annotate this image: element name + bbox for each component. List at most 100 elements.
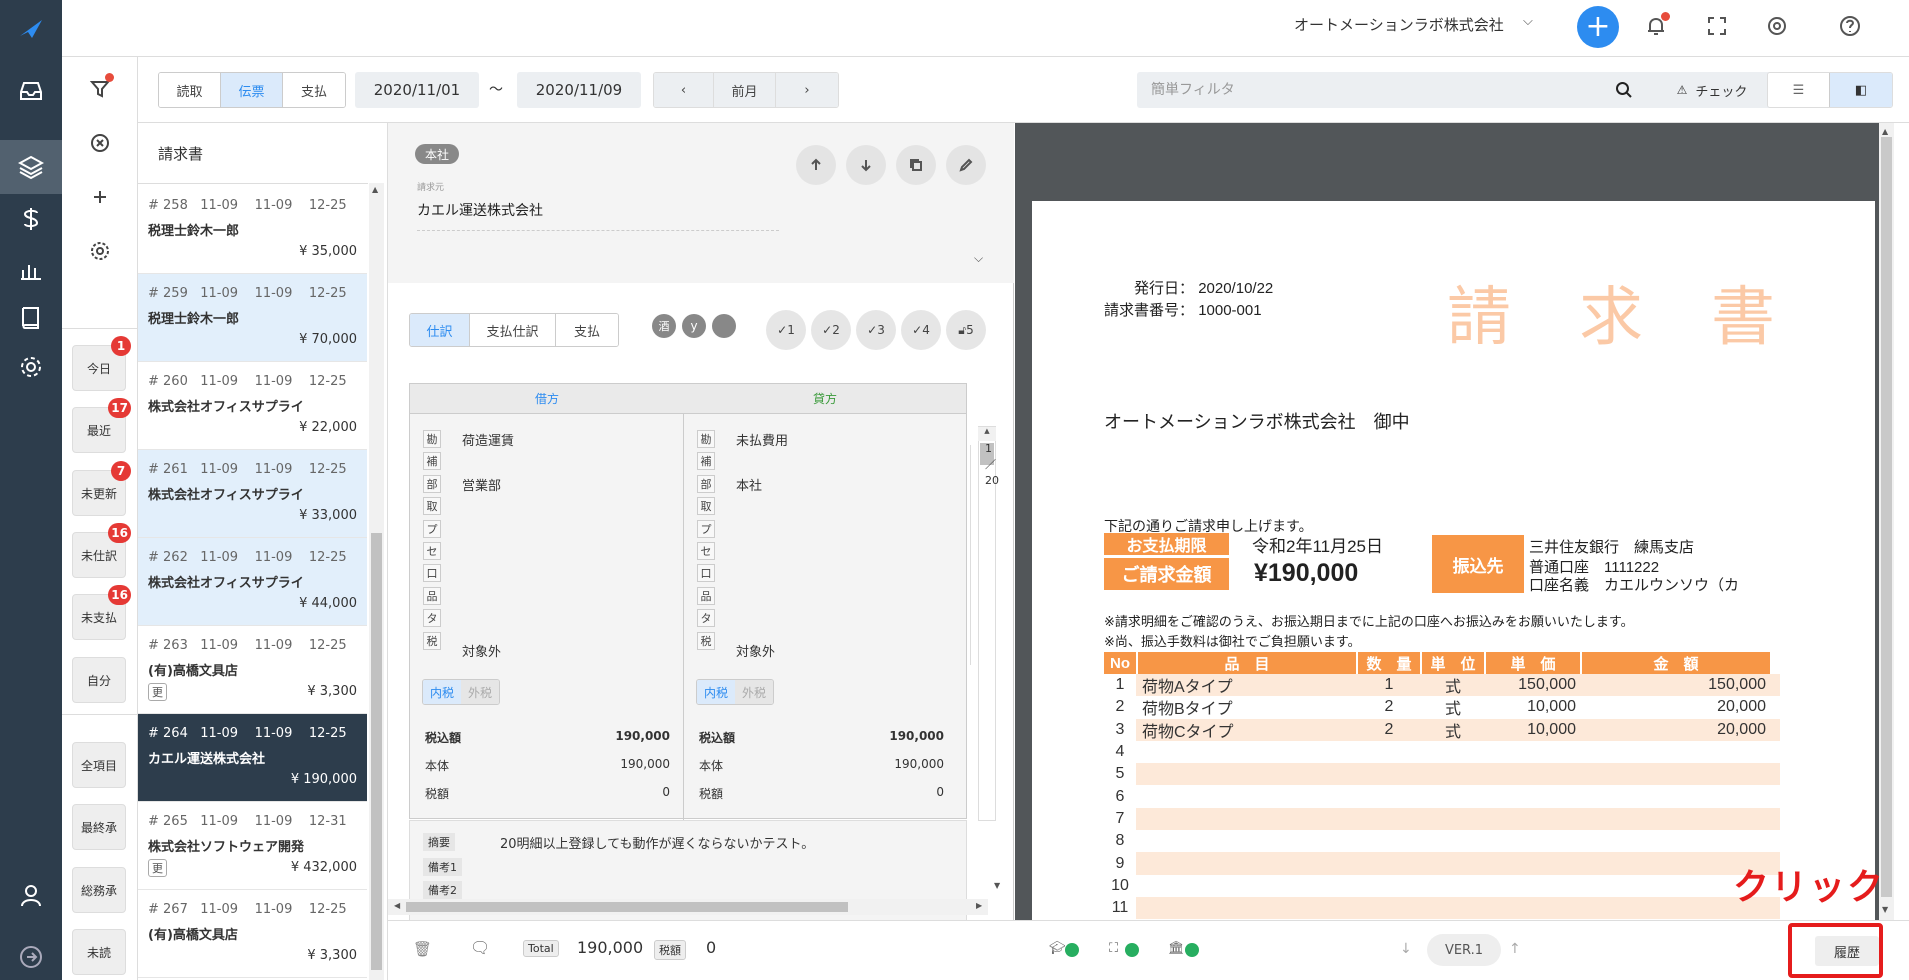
lock-5-button[interactable]: 🔓︎ 5: [946, 310, 986, 350]
credit-tax-in[interactable]: 内税: [697, 680, 735, 704]
help-icon[interactable]: [1836, 12, 1864, 40]
filter-today-button[interactable]: 今日 1: [72, 336, 131, 391]
invoice-list-item[interactable]: # 259 11-09 11-09 12-25 税理士鈴木一郎 ¥ 70,000: [138, 274, 367, 362]
bell-icon[interactable]: [1642, 12, 1670, 40]
invoice-list-item[interactable]: # 258 11-09 11-09 12-25 税理士鈴木一郎 ¥ 35,000: [138, 186, 367, 274]
inbox-icon[interactable]: [0, 62, 62, 120]
chip-y[interactable]: y: [682, 314, 706, 338]
scroll-right-icon[interactable]: ▶: [976, 901, 982, 910]
debit-tax-out[interactable]: 外税: [461, 680, 499, 704]
invoice-list-item[interactable]: # 267 11-09 11-09 12-25 (有)高橋文具店 ¥ 3,300: [138, 890, 367, 978]
credit-tax-type[interactable]: 対象外: [736, 641, 775, 660]
invoice-list-item[interactable]: # 265 11-09 11-09 12-31 株式会社ソフトウェア開発更 ¥ 43…: [138, 802, 367, 890]
scroll-up-icon[interactable]: ▲: [372, 185, 378, 194]
scan-status-icon[interactable]: ⛶: [1109, 941, 1118, 956]
invoice-cell: [1422, 830, 1484, 853]
detail-hscroll-thumb[interactable]: [406, 902, 848, 912]
company-selector[interactable]: オートメーションラボ株式会社: [1294, 14, 1504, 35]
filter-recent-button[interactable]: 最近 17: [72, 398, 131, 453]
vendor-name[interactable]: カエル運送株式会社: [417, 200, 543, 220]
filter-unread-button[interactable]: 未読: [72, 929, 126, 975]
date-to-input[interactable]: 2020/11/09: [517, 72, 641, 108]
settings-icon[interactable]: [0, 338, 62, 396]
expand-chevron-icon[interactable]: ⌵: [974, 251, 983, 266]
check-3-button[interactable]: ✓ 3: [856, 310, 896, 350]
filter-unpaid-button[interactable]: 未支払 16: [72, 585, 131, 640]
invoice-list-item[interactable]: # 262 11-09 11-09 12-25 株式会社オフィスサプライ ¥ 44,…: [138, 538, 367, 626]
move-down-button[interactable]: [846, 145, 886, 185]
filter-unjournal-button[interactable]: 未仕訳 16: [72, 523, 131, 578]
credit-account[interactable]: 未払費用: [736, 430, 788, 449]
invoice-cell: [1486, 740, 1580, 764]
debit-tax-in[interactable]: 内税: [423, 680, 461, 704]
memo-text[interactable]: 20明細以上登録しても動作が遅くならないかテスト。: [500, 833, 814, 852]
layers-icon[interactable]: [0, 140, 62, 194]
ocr-status-icon[interactable]: 🎓︎: [1049, 941, 1066, 956]
filter-mine-button[interactable]: 自分: [72, 657, 126, 703]
credit-dept[interactable]: 本社: [736, 475, 762, 494]
list-scrollbar[interactable]: ▲: [369, 183, 384, 980]
clear-filter-icon[interactable]: [82, 125, 118, 161]
credit-tax-out[interactable]: 外税: [735, 680, 773, 704]
next-arrow-icon[interactable]: ›: [776, 73, 838, 107]
check-2-button[interactable]: ✓ 2: [811, 310, 851, 350]
tab-detail-payment[interactable]: 支払: [556, 314, 618, 346]
scroll-down-icon[interactable]: ▼: [994, 881, 1000, 890]
prev-arrow-icon[interactable]: ‹: [654, 73, 714, 107]
filter-icon[interactable]: [82, 71, 118, 107]
comment-icon[interactable]: 🗨︎: [470, 938, 490, 957]
tab-journal[interactable]: 仕訳: [410, 314, 470, 346]
detail-hscrollbar[interactable]: ◀ ▶: [388, 899, 988, 915]
quick-filter-input[interactable]: [1137, 72, 1577, 108]
filter-settings-icon[interactable]: [82, 233, 118, 269]
filter-final-approval-button[interactable]: 最終承: [72, 804, 126, 850]
tab-voucher[interactable]: 伝票: [221, 73, 283, 107]
side-scroll-up-icon[interactable]: ▲: [978, 427, 996, 441]
debit-dept[interactable]: 営業部: [462, 475, 501, 494]
trash-icon[interactable]: 🗑︎: [413, 940, 432, 958]
debit-account[interactable]: 荷造運賃: [462, 430, 514, 449]
invoice-list-item[interactable]: # 263 11-09 11-09 12-25 (有)高橋文具店更 ¥ 3,300: [138, 626, 367, 714]
invoice-list-item[interactable]: # 261 11-09 11-09 12-25 株式会社オフィスサプライ ¥ 33,…: [138, 450, 367, 538]
chevron-down-icon[interactable]: ⌵: [1523, 14, 1533, 29]
chip-sake[interactable]: 酒: [652, 314, 676, 338]
logout-icon[interactable]: [0, 928, 62, 980]
fullscreen-icon[interactable]: [1703, 12, 1731, 40]
create-button[interactable]: +: [1577, 6, 1619, 48]
check-button[interactable]: ⚠ チェック: [1648, 72, 1776, 108]
app-logo-icon[interactable]: [0, 0, 62, 58]
date-from-input[interactable]: 2020/11/01: [355, 72, 479, 108]
version-badge[interactable]: VER.1: [1427, 934, 1501, 966]
preview-scroll-thumb[interactable]: [1881, 137, 1892, 897]
tab-payment-journal[interactable]: 支払仕訳: [470, 314, 556, 346]
tab-read[interactable]: 読取: [159, 73, 221, 107]
support-icon[interactable]: [1763, 12, 1791, 40]
search-icon[interactable]: [1615, 81, 1633, 99]
filter-all-items-button[interactable]: 全項目: [72, 742, 126, 788]
filter-general-approval-button[interactable]: 総務承: [72, 867, 126, 913]
check-4-button[interactable]: ✓ 4: [901, 310, 941, 350]
version-down-icon[interactable]: ↓: [1400, 941, 1412, 957]
preview-scroll-up-icon[interactable]: ▲: [1882, 127, 1888, 136]
copy-button[interactable]: [896, 145, 936, 185]
filter-unupdated-button[interactable]: 未更新 7: [72, 461, 131, 516]
move-up-button[interactable]: [796, 145, 836, 185]
user-icon[interactable]: [0, 866, 62, 924]
scroll-left-icon[interactable]: ◀: [394, 901, 400, 910]
invoice-table-row: 4: [1104, 740, 1780, 764]
check-1-button[interactable]: ✓ 1: [766, 310, 806, 350]
bank-status-icon[interactable]: 🏛︎: [1168, 941, 1185, 956]
invoice-list-item[interactable]: # 260 11-09 11-09 12-25 株式会社オフィスサプライ ¥ 22,…: [138, 362, 367, 450]
add-filter-icon[interactable]: [82, 179, 118, 215]
tab-payment[interactable]: 支払: [283, 73, 345, 107]
version-up-icon[interactable]: ↑: [1509, 941, 1521, 957]
debit-tax-type[interactable]: 対象外: [462, 641, 501, 660]
list-scrollbar-thumb[interactable]: [371, 533, 382, 970]
invoice-list-item[interactable]: # 264 11-09 11-09 12-25 カエル運送株式会社 ¥ 190,00…: [138, 714, 367, 802]
preview-scrollbar[interactable]: ▲ ▼: [1879, 123, 1894, 920]
chip-blank[interactable]: [712, 314, 736, 338]
list-view-icon[interactable]: ☰: [1768, 73, 1830, 107]
edit-button[interactable]: [946, 145, 986, 185]
prev-month-button[interactable]: 前月: [714, 73, 776, 107]
split-view-icon[interactable]: ◧: [1830, 73, 1892, 107]
